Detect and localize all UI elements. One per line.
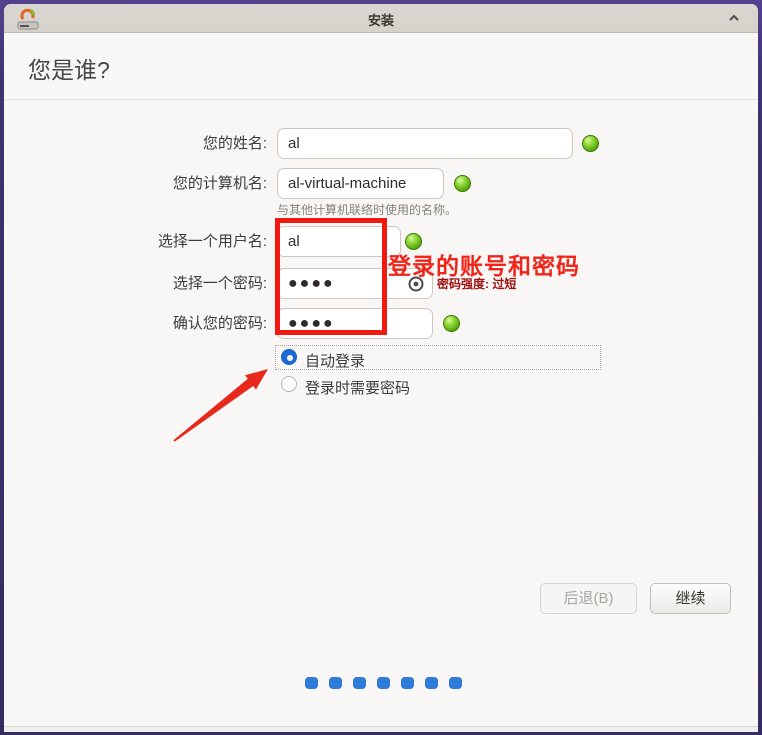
progress-dot	[401, 677, 414, 689]
progress-dot	[329, 677, 342, 689]
username-status-ok-icon	[405, 233, 422, 250]
chevron-up-icon[interactable]	[728, 13, 740, 23]
password-label: 选择一个密码:	[27, 268, 267, 299]
computer-hint: 与其他计算机联络时使用的名称。	[277, 201, 457, 218]
progress-dot	[353, 677, 366, 689]
reveal-password-eye-icon[interactable]	[407, 275, 425, 293]
annotation-red-arrow	[160, 355, 290, 450]
desktop-background: 安装 您是谁? 您的姓名: 您的计算机名: 与其他计算机联络时使用的名称。 选择…	[0, 0, 762, 735]
progress-dot	[425, 677, 438, 689]
username-input[interactable]	[277, 226, 401, 257]
require-password-radio[interactable]	[281, 376, 297, 392]
computer-input[interactable]	[277, 168, 444, 199]
name-input[interactable]	[277, 128, 573, 159]
header-divider	[4, 99, 758, 100]
titlebar[interactable]: 安装	[4, 4, 758, 33]
back-button[interactable]: 后退(B)	[540, 583, 637, 614]
require-password-label[interactable]: 登录时需要密码	[305, 377, 410, 398]
password-strength-text: 密码强度: 过短	[437, 275, 516, 292]
computer-status-ok-icon	[454, 175, 471, 192]
continue-button[interactable]: 继续	[650, 583, 731, 614]
computer-label: 您的计算机名:	[27, 168, 267, 199]
confirm-label: 确认您的密码:	[27, 308, 267, 339]
confirm-input[interactable]	[277, 308, 433, 339]
auto-login-radio[interactable]	[281, 349, 297, 365]
confirm-status-ok-icon	[443, 315, 460, 332]
name-status-ok-icon	[582, 135, 599, 152]
progress-dot	[377, 677, 390, 689]
progress-dot	[449, 677, 462, 689]
window-title: 安装	[4, 10, 758, 29]
name-label: 您的姓名:	[27, 128, 267, 159]
username-label: 选择一个用户名:	[27, 226, 267, 257]
installer-window: 安装 您是谁? 您的姓名: 您的计算机名: 与其他计算机联络时使用的名称。 选择…	[4, 4, 758, 732]
auto-login-label[interactable]: 自动登录	[305, 350, 365, 371]
progress-dot	[305, 677, 318, 689]
footer-strip	[4, 727, 758, 732]
page-title: 您是谁?	[28, 51, 110, 85]
progress-dots	[305, 677, 462, 689]
